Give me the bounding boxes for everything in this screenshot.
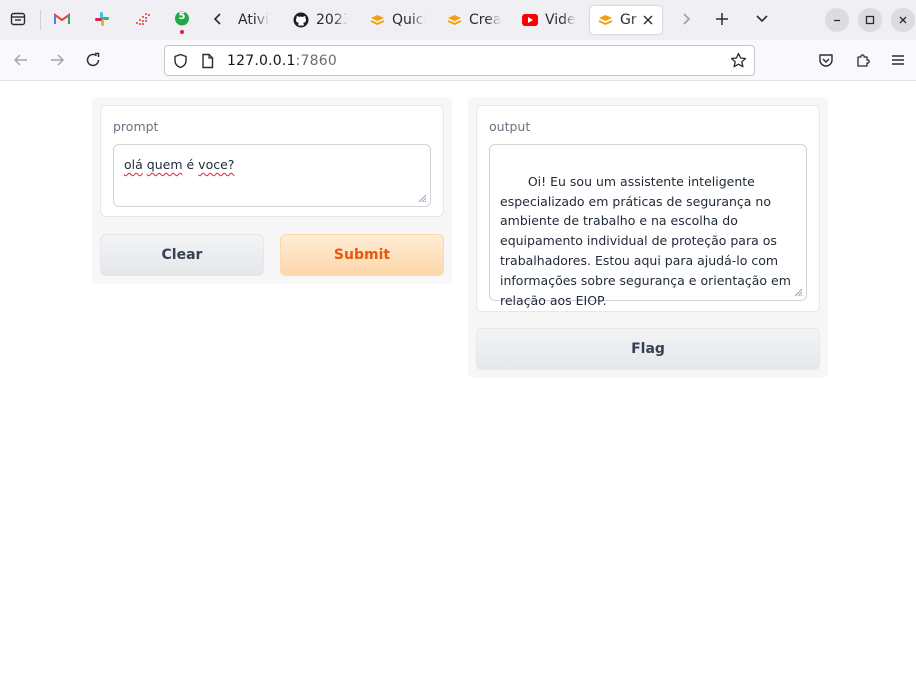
minimize-button[interactable]	[825, 8, 849, 32]
prompt-block: prompt olá quem é voce?	[100, 105, 444, 217]
tab-1[interactable]: 2023	[293, 6, 348, 34]
pinned-tab-slack[interactable]	[89, 8, 115, 30]
arrow-left-icon	[13, 54, 27, 66]
youtube-icon	[522, 14, 538, 26]
pinned-tab-site[interactable]	[129, 8, 155, 30]
resize-grip-icon[interactable]	[794, 288, 803, 297]
close-icon	[899, 16, 907, 24]
input-column: prompt olá quem é voce? Clear Submit	[92, 97, 452, 284]
tab-5-active[interactable]: Gr	[590, 6, 662, 34]
tab-label: Quick	[392, 12, 426, 28]
prompt-label: prompt	[113, 119, 159, 134]
url-text: 127.0.0.1:7860	[227, 53, 337, 69]
reload-button[interactable]	[82, 49, 104, 71]
tab-label: Gr	[620, 12, 637, 28]
tab-label: Vide	[545, 12, 576, 28]
new-tab-button[interactable]	[711, 8, 733, 30]
clear-button[interactable]: Clear	[100, 234, 264, 276]
pinned-tab-gmail[interactable]	[49, 8, 75, 30]
output-block: output Oi! Eu sou um assistente intelige…	[476, 105, 820, 312]
pocket-button[interactable]	[815, 49, 837, 71]
reload-icon	[86, 52, 100, 67]
dotted-globe-icon	[136, 13, 150, 25]
tab-label: 2023	[316, 12, 348, 28]
forward-button[interactable]	[46, 49, 68, 71]
prompt-word: é	[186, 157, 195, 172]
puzzle-icon	[857, 54, 870, 67]
tab-strip: 5 Ativi 2023 Quick Crea Vide Gr	[0, 0, 916, 40]
scroll-tabs-left-button[interactable]	[207, 8, 229, 30]
submit-button[interactable]: Submit	[280, 234, 444, 276]
prompt-word: quem	[146, 157, 183, 172]
arrow-right-icon	[51, 54, 65, 66]
firefox-view-icon[interactable]	[7, 8, 29, 30]
gradio-icon	[598, 14, 613, 25]
maximize-button[interactable]	[858, 8, 882, 32]
resize-grip-icon[interactable]	[418, 194, 427, 203]
page-icon	[202, 53, 214, 69]
tab-3[interactable]: Crea	[447, 6, 502, 34]
menu-button[interactable]	[887, 49, 909, 71]
prompt-input[interactable]: olá quem é voce?	[113, 144, 431, 207]
bookmark-star-icon[interactable]	[730, 52, 747, 69]
url-host: 127.0.0.1	[227, 53, 296, 69]
output-textbox[interactable]: Oi! Eu sou um assistente inteligente esp…	[489, 144, 807, 308]
list-all-tabs-button[interactable]	[751, 8, 773, 30]
close-tab-button[interactable]	[640, 12, 656, 28]
pocket-icon	[819, 53, 833, 67]
back-button[interactable]	[10, 49, 32, 71]
slack-icon	[95, 12, 109, 26]
tab-label: Crea	[469, 12, 502, 28]
attention-dot	[180, 30, 184, 34]
tab-label: Ativi	[238, 12, 269, 28]
close-icon	[643, 15, 653, 25]
output-label: output	[489, 119, 531, 134]
gmail-icon	[54, 13, 70, 24]
scroll-tabs-right-button[interactable]	[675, 8, 697, 30]
tab-4[interactable]: Vide	[522, 6, 578, 34]
chevron-left-icon	[213, 13, 221, 25]
prompt-word: voce?	[198, 157, 235, 172]
chevron-right-icon	[683, 13, 691, 25]
gradio-icon	[370, 14, 385, 25]
pinned-tab-whatsapp[interactable]: 5	[169, 8, 195, 34]
tab-divider	[40, 10, 41, 30]
tab-2[interactable]: Quick	[370, 6, 426, 34]
github-icon	[293, 12, 309, 28]
url-bar[interactable]: 127.0.0.1:7860	[164, 45, 755, 76]
maximize-icon	[865, 15, 875, 25]
flag-button[interactable]: Flag	[476, 328, 820, 370]
output-column: output Oi! Eu sou um assistente intelige…	[468, 97, 828, 378]
minimize-icon	[834, 19, 840, 22]
hamburger-menu-icon	[892, 55, 904, 65]
output-text: Oi! Eu sou um assistente inteligente esp…	[500, 173, 795, 308]
prompt-word: olá	[124, 157, 143, 172]
shield-icon	[174, 53, 187, 69]
plus-icon	[716, 13, 728, 25]
navigation-toolbar: 127.0.0.1:7860	[0, 40, 916, 81]
tab-0[interactable]: Ativi	[238, 6, 278, 34]
url-port: :7860	[295, 53, 337, 69]
chevron-down-icon	[756, 15, 768, 23]
pinned-badge: 5	[178, 11, 186, 22]
extensions-button[interactable]	[852, 49, 874, 71]
close-window-button[interactable]	[891, 8, 915, 32]
gradio-icon	[447, 14, 462, 25]
